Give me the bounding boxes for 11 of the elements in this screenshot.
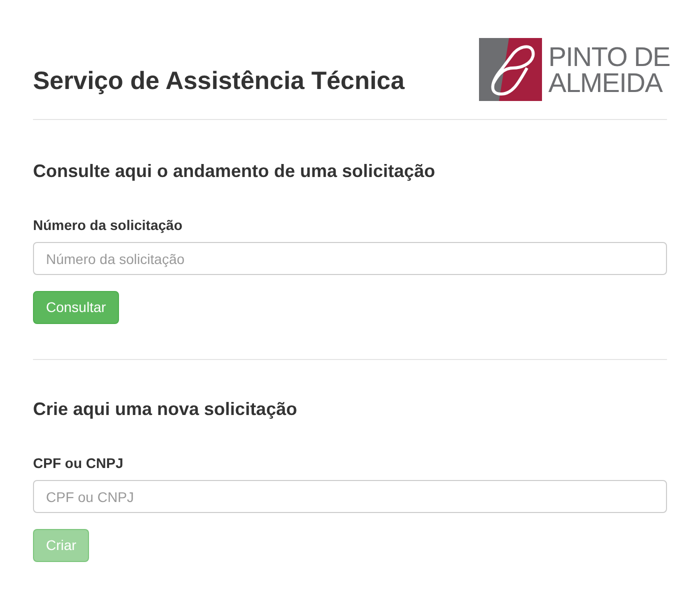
- field-label: CPF ou CNPJ: [33, 454, 124, 473]
- logo-icon: [479, 38, 542, 101]
- section-heading: Crie aqui uma nova solicitação: [33, 398, 298, 421]
- logo-text: ALMEIDA: [548, 70, 664, 96]
- logo-text: PINTO DE: [548, 44, 670, 70]
- section-heading: Consulte aqui o andamento de uma solicitação: [33, 160, 436, 183]
- input-field[interactable]: Número da solicitação: [33, 242, 667, 275]
- field-label: Número da solicitação: [33, 216, 184, 235]
- page-title: Serviço de Assistência Técnica: [33, 66, 404, 96]
- submit-button[interactable]: Consultar: [33, 291, 119, 324]
- input-field[interactable]: CPF ou CNPJ: [33, 480, 667, 513]
